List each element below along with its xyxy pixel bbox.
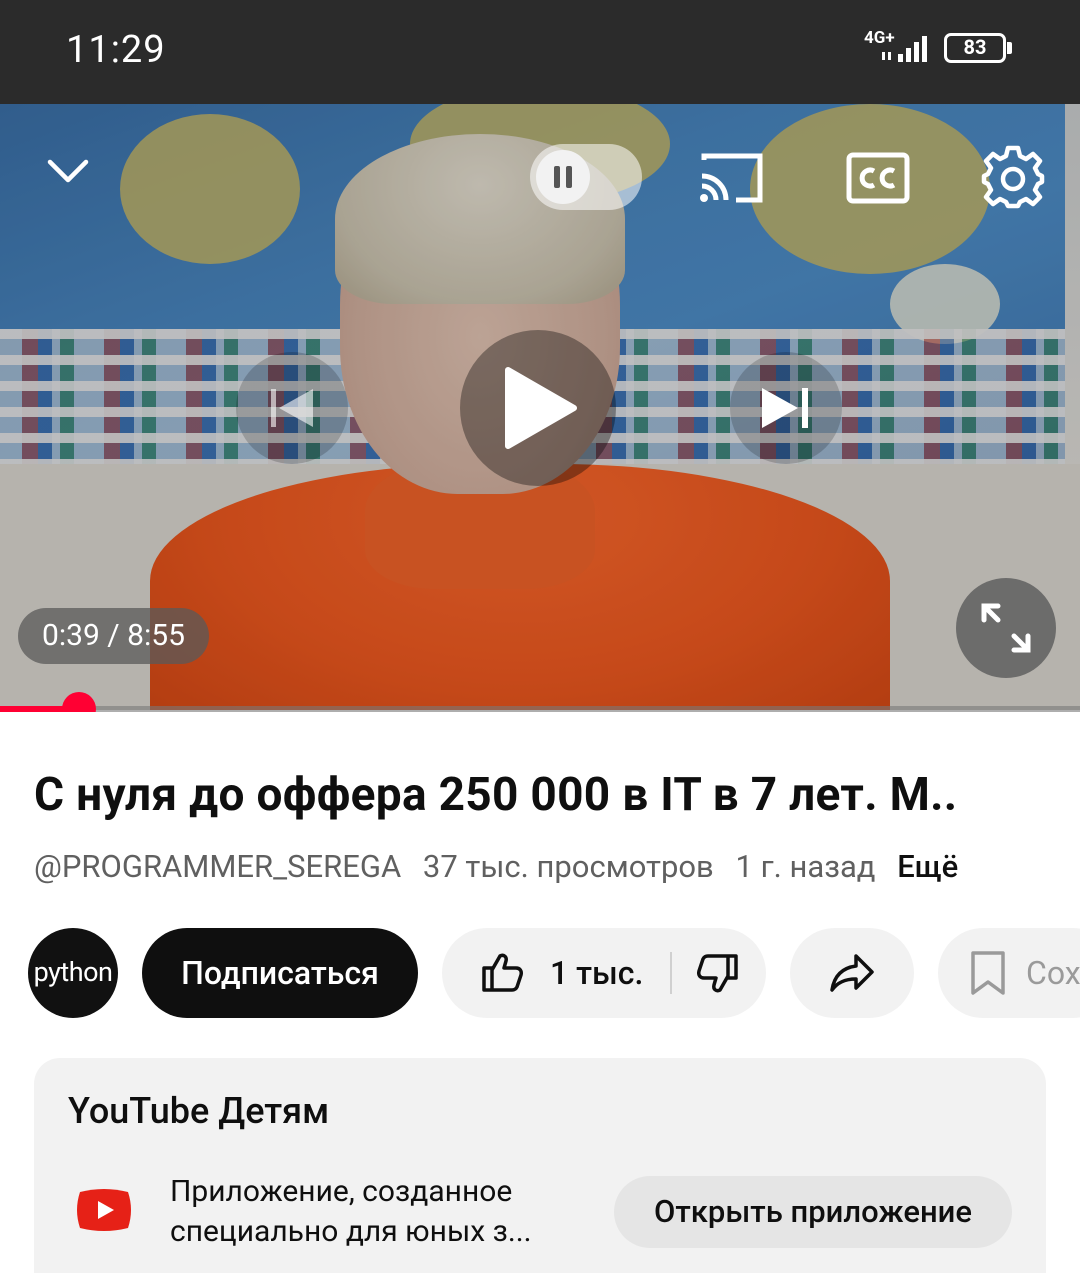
settings-button[interactable] (980, 144, 1046, 210)
upload-age: 1 г. назад (735, 848, 876, 885)
channel-handle[interactable]: @PROGRAMMER_SEREGA (34, 848, 401, 885)
share-icon (830, 954, 874, 992)
more-link[interactable]: Ещё (897, 848, 958, 885)
promo-title: YouTube Детям (68, 1090, 330, 1132)
video-player[interactable]: 0:39 / 8:55 (0, 104, 1080, 710)
next-button[interactable] (730, 352, 842, 464)
status-bar: 11:29 4G+ 83 (0, 0, 1080, 104)
captions-button[interactable] (846, 152, 910, 204)
save-button[interactable]: Сохранить (938, 928, 1080, 1018)
channel-avatar[interactable]: python (28, 928, 118, 1018)
video-meta: @PROGRAMMER_SEREGA 37 тыс. просмотров 1 … (34, 848, 972, 885)
fullscreen-button[interactable] (956, 578, 1056, 678)
subscribe-button[interactable]: Подписаться (142, 928, 418, 1018)
action-row: python Подписаться 1 тыс. Сох (0, 928, 1080, 1020)
like-count[interactable]: 1 тыс. (550, 928, 643, 1018)
chevron-down-icon (47, 159, 89, 183)
promo-description-line: Приложение, созданное (170, 1174, 513, 1209)
video-title[interactable]: С нуля до оффера 250 000 в IT в 7 лет. М… (34, 768, 1050, 822)
captions-icon (846, 152, 910, 204)
status-time: 11:29 (66, 28, 166, 72)
previous-button[interactable] (236, 352, 348, 464)
youtube-kids-logo-icon (74, 1186, 134, 1238)
view-count: 37 тыс. просмотров (422, 848, 714, 885)
open-app-button[interactable]: Открыть приложение (614, 1176, 1012, 1248)
pause-icon (536, 150, 590, 204)
bookmark-icon (971, 951, 1005, 995)
dislike-button[interactable] (696, 952, 740, 1000)
network-indicator: 4G+ (864, 28, 934, 66)
play-button[interactable] (460, 330, 616, 486)
time-display: 0:39 / 8:55 (18, 608, 209, 664)
video-info-panel: С нуля до оффера 250 000 в IT в 7 лет. М… (0, 712, 1080, 1273)
youtube-kids-promo: YouTube Детям Приложение, созданное спец… (34, 1058, 1046, 1273)
minimize-button[interactable] (44, 154, 92, 190)
play-icon (505, 367, 577, 449)
promo-description: Приложение, созданное специально для юны… (170, 1172, 590, 1252)
battery-indicator: 83 (944, 33, 1012, 63)
next-icon (762, 388, 808, 428)
cast-button[interactable] (698, 150, 766, 206)
thumbs-down-icon (697, 954, 738, 993)
settings-icon (981, 145, 1045, 209)
cast-icon (700, 153, 763, 203)
previous-icon (271, 389, 313, 427)
fullscreen-icon (981, 603, 1031, 653)
battery-level: 83 (963, 35, 987, 59)
save-label: Сохранить (1026, 954, 1080, 992)
thumbs-up-icon (482, 953, 523, 992)
autoplay-toggle[interactable] (530, 144, 642, 210)
like-button[interactable] (480, 950, 524, 998)
share-button[interactable] (790, 928, 914, 1018)
like-divider (670, 952, 672, 994)
like-dislike-group: 1 тыс. (442, 928, 766, 1018)
promo-description-line: специально для юных з... (170, 1214, 532, 1249)
signal-icon (882, 36, 927, 62)
